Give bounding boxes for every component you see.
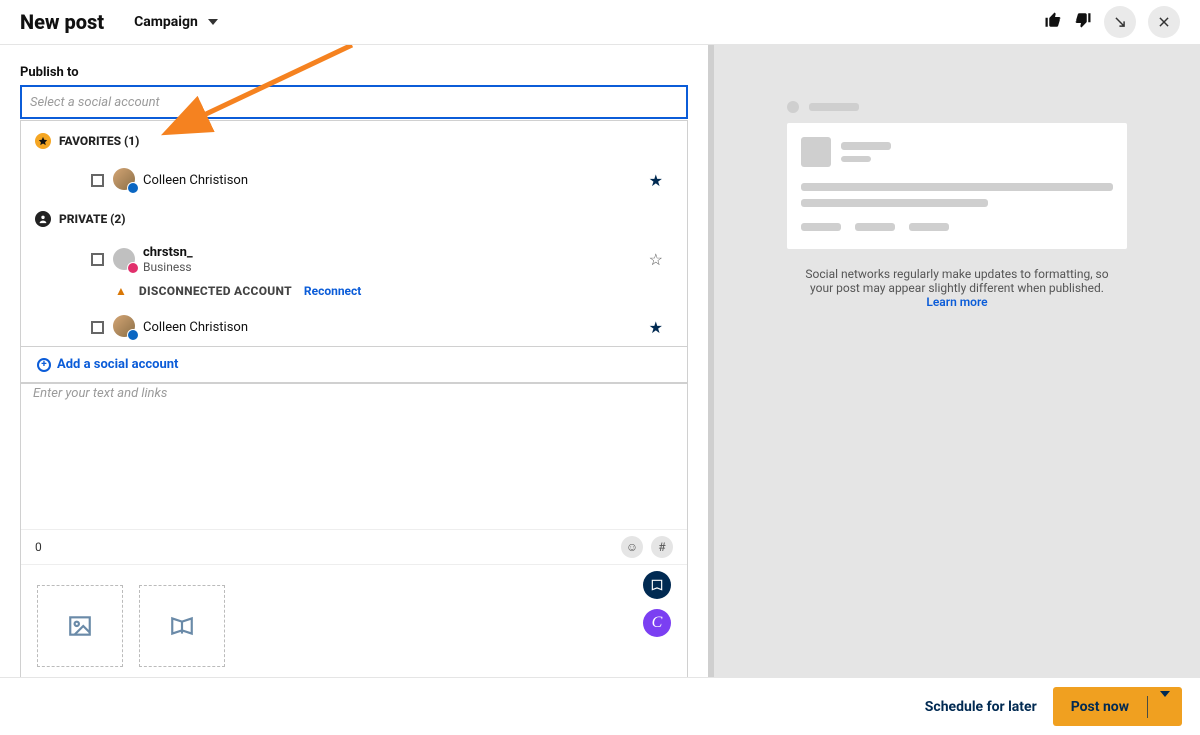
account-checkbox[interactable] xyxy=(91,253,104,266)
select-placeholder: Select a social account xyxy=(30,95,160,110)
chevron-down-icon xyxy=(1160,691,1170,716)
preview-panel: Social networks regularly make updates t… xyxy=(708,45,1200,677)
schedule-later-button[interactable]: Schedule for later xyxy=(925,699,1037,715)
post-now-button-group: Post now xyxy=(1053,687,1182,726)
favorites-group-header: FAVORITES (1) xyxy=(21,121,687,161)
character-count: 0 xyxy=(35,540,42,554)
minimize-button[interactable] xyxy=(1104,6,1136,38)
plus-icon: + xyxy=(37,358,51,372)
instagram-icon xyxy=(127,262,139,274)
composer: Enter your text and links 0 ☺ # xyxy=(20,383,688,677)
private-label: PRIVATE (2) xyxy=(59,212,126,226)
account-dropdown: FAVORITES (1) Colleen Christison ★ PRIVA… xyxy=(20,120,688,383)
account-row-private-2[interactable]: Colleen Christison ★ xyxy=(21,308,687,346)
header-right xyxy=(1044,6,1180,38)
publish-to-label: Publish to xyxy=(20,65,688,80)
avatar xyxy=(113,315,137,339)
post-now-button[interactable]: Post now xyxy=(1053,689,1147,725)
add-account-label: Add a social account xyxy=(57,357,178,372)
main-content: Publish to Select a social account FAVOR… xyxy=(0,45,1200,677)
canva-button[interactable]: C xyxy=(643,609,671,637)
learn-more-link[interactable]: Learn more xyxy=(926,295,987,309)
account-row-favorite-1[interactable]: Colleen Christison ★ xyxy=(21,161,687,199)
account-name: Colleen Christison xyxy=(143,320,248,335)
footer-bar: Schedule for later Post now xyxy=(0,677,1200,735)
campaign-dropdown[interactable]: Campaign xyxy=(134,14,218,30)
header-bar: New post Campaign xyxy=(0,0,1200,45)
media-row: C xyxy=(21,565,687,677)
account-subtype: Business xyxy=(143,260,193,274)
reconnect-link[interactable]: Reconnect xyxy=(304,284,361,298)
composer-toolbar: 0 ☺ # xyxy=(21,529,687,565)
favorite-star-icon[interactable]: ☆ xyxy=(649,250,663,269)
favorites-label: FAVORITES (1) xyxy=(59,134,139,148)
social-account-select[interactable]: Select a social account xyxy=(20,85,688,119)
add-account-button[interactable]: + Add a social account xyxy=(21,346,687,382)
disconnected-label: DISCONNECTED ACCOUNT xyxy=(139,284,292,298)
hashtag-button[interactable]: # xyxy=(651,536,673,558)
post-options-dropdown[interactable] xyxy=(1148,687,1182,726)
person-badge-icon xyxy=(35,211,51,227)
preview-card-skeleton xyxy=(787,123,1127,249)
favorite-star-icon[interactable]: ★ xyxy=(649,171,663,190)
linkedin-icon xyxy=(127,329,139,341)
account-name: Colleen Christison xyxy=(143,173,248,188)
template-button[interactable] xyxy=(643,571,671,599)
account-row-private-1[interactable]: chrstsn_ Business ☆ xyxy=(21,239,687,280)
add-image-button[interactable] xyxy=(37,585,123,667)
account-checkbox[interactable] xyxy=(91,174,104,187)
avatar xyxy=(113,168,137,192)
composer-textarea[interactable]: Enter your text and links xyxy=(21,384,687,529)
favorite-star-icon[interactable]: ★ xyxy=(649,318,663,337)
preview-header-skeleton xyxy=(787,101,1127,113)
page-title: New post xyxy=(20,10,104,34)
star-badge-icon xyxy=(35,133,51,149)
linkedin-icon xyxy=(127,182,139,194)
composer-panel: Publish to Select a social account FAVOR… xyxy=(0,45,708,677)
thumbs-down-icon[interactable] xyxy=(1074,11,1092,33)
warning-icon: ▲ xyxy=(115,284,127,298)
chevron-down-icon xyxy=(208,19,218,25)
account-name: chrstsn_ xyxy=(143,245,193,260)
preview-message: Social networks regularly make updates t… xyxy=(797,267,1117,309)
private-group-header: PRIVATE (2) xyxy=(21,199,687,239)
emoji-button[interactable]: ☺ xyxy=(621,536,643,558)
avatar xyxy=(113,248,137,272)
add-library-button[interactable] xyxy=(139,585,225,667)
close-button[interactable] xyxy=(1148,6,1180,38)
disconnected-banner: ▲ DISCONNECTED ACCOUNT Reconnect xyxy=(21,280,687,308)
account-checkbox[interactable] xyxy=(91,321,104,334)
thumbs-up-icon[interactable] xyxy=(1044,11,1062,33)
campaign-label: Campaign xyxy=(134,14,198,30)
header-left: New post Campaign xyxy=(20,10,218,34)
